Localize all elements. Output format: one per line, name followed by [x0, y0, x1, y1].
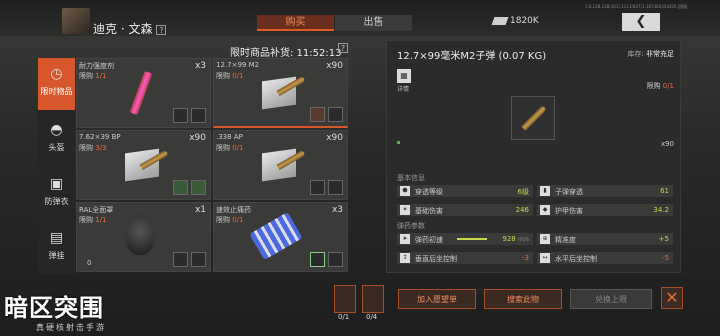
- help-icon[interactable]: ?: [156, 25, 167, 35]
- slot-icon: [310, 180, 325, 195]
- velocity-icon: ➤: [400, 234, 410, 244]
- rig-icon: ▤: [49, 230, 64, 246]
- slot-icon: [328, 180, 343, 195]
- gas-mask-icon: [125, 215, 155, 255]
- slot-icon: [173, 108, 188, 123]
- close-button[interactable]: ✕: [661, 287, 683, 309]
- shop-item[interactable]: .338 AP 限购 0/1 x90: [213, 130, 348, 200]
- shop-item[interactable]: 7.62×39 BP 限购 3/3 x90: [76, 130, 211, 200]
- tab-sell[interactable]: 出售: [335, 15, 412, 31]
- stat-row: ▮ 子弹穿透 61: [537, 185, 673, 197]
- item-detail-panel: 12.7×99毫米M2子弹 (0.07 KG) 库存: 非常充足 ▦ 详情 限购…: [386, 40, 681, 273]
- slot-icon: [173, 180, 188, 195]
- status-dot: [397, 141, 400, 144]
- pill-pack-icon: [249, 212, 303, 260]
- slot-icon: [328, 107, 343, 122]
- category-helmet[interactable]: ◓ 头盔: [38, 114, 75, 166]
- damage-icon: ✶: [400, 205, 410, 215]
- slot-icon: [191, 108, 206, 123]
- stat-row: ◆ 护甲伤害 34.2: [537, 204, 673, 216]
- stat-row: ➤ 弹药初速 928 m/s: [397, 233, 533, 245]
- requirement-item[interactable]: 0/4: [362, 285, 384, 321]
- top-bar: 迪克 · 文森? 购买 出售 1820K 1.0.128.128(161) 11…: [0, 0, 720, 36]
- stat-row: ↕ 垂直后坐控制 -3: [397, 252, 533, 264]
- cash-icon: [491, 17, 509, 25]
- detail-icon[interactable]: ▦: [397, 69, 411, 83]
- character-name: 迪克 · 文森?: [93, 20, 167, 37]
- requirement-item[interactable]: 0/1: [334, 285, 356, 321]
- help-icon[interactable]: ?: [338, 43, 348, 53]
- stat-row: ⊕ 精准度 +5: [537, 233, 673, 245]
- velocity-bar: [457, 238, 487, 240]
- recoil-icon: ↕: [400, 253, 410, 263]
- stat-row: ⬢ 穿透等级 6级: [397, 185, 533, 197]
- slot-icon: [191, 252, 206, 267]
- penetration-icon: ⬢: [400, 186, 410, 196]
- slot-icon: [173, 252, 188, 267]
- exchange-limit-button[interactable]: 兑换上限: [570, 289, 652, 309]
- accuracy-icon: ⊕: [540, 234, 550, 244]
- stock-status: 库存: 非常充足: [627, 50, 674, 58]
- game-slogan: 真硬核射击手游: [36, 323, 106, 332]
- slot-icon: [191, 180, 206, 195]
- clock-icon: ◷: [50, 66, 63, 82]
- restock-timer: 限时商品补货: 11:52:13: [230, 48, 342, 59]
- version-text: 1.0.128.128(161) 1111(837)1.167360354426…: [585, 4, 688, 9]
- bullet-icon: [511, 96, 555, 140]
- character-portrait: [62, 8, 90, 34]
- category-rig[interactable]: ▤ 弹挂: [38, 222, 75, 274]
- stat-row: ↔ 水平后坐控制 -5: [537, 252, 673, 264]
- detail-title: 12.7×99毫米M2子弹 (0.07 KG): [397, 51, 547, 62]
- add-wishlist-button[interactable]: 加入愿望单: [398, 289, 476, 309]
- helmet-icon: ◓: [50, 122, 63, 138]
- shop-item-selected[interactable]: 12.7×99 M2 限购 0/1 x90: [213, 58, 348, 128]
- detail-limit: 限购 0/1: [646, 82, 675, 90]
- syringe-icon: [129, 70, 153, 116]
- stat-row: ✶ 基础伤害 246: [397, 204, 533, 216]
- bullet-icon: ▮: [540, 186, 550, 196]
- shop-item[interactable]: RAL全面罩 限购 1/1 x1 0: [76, 202, 211, 272]
- armor-icon: ◆: [540, 205, 550, 215]
- category-vest[interactable]: ▣ 防弹衣: [38, 168, 75, 220]
- category-limited[interactable]: ◷ 限时物品: [38, 58, 75, 110]
- slot-icon: [310, 252, 325, 267]
- back-button[interactable]: ❮: [622, 13, 660, 31]
- tab-buy[interactable]: 购买: [257, 15, 334, 31]
- slot-icon: [328, 252, 343, 267]
- shop-item[interactable]: 耐力强度剂 限购 1/1 x3: [76, 58, 211, 128]
- vest-icon: ▣: [49, 176, 64, 192]
- shop-item[interactable]: 速效止痛药 限购 0/1 x3: [213, 202, 348, 272]
- game-logo: 暗区突围: [4, 294, 104, 322]
- category-sidebar: ◷ 限时物品 ◓ 头盔 ▣ 防弹衣 ▤ 弹挂: [38, 58, 75, 274]
- search-item-button[interactable]: 搜索此物: [484, 289, 562, 309]
- cash-amount: 1820K: [510, 16, 539, 26]
- shop-grid: 耐力强度剂 限购 1/1 x3 12.7×99 M2 限购 0/1 x90 7.…: [76, 58, 348, 272]
- slot-icon: [310, 107, 325, 122]
- recoil-icon: ↔: [540, 253, 550, 263]
